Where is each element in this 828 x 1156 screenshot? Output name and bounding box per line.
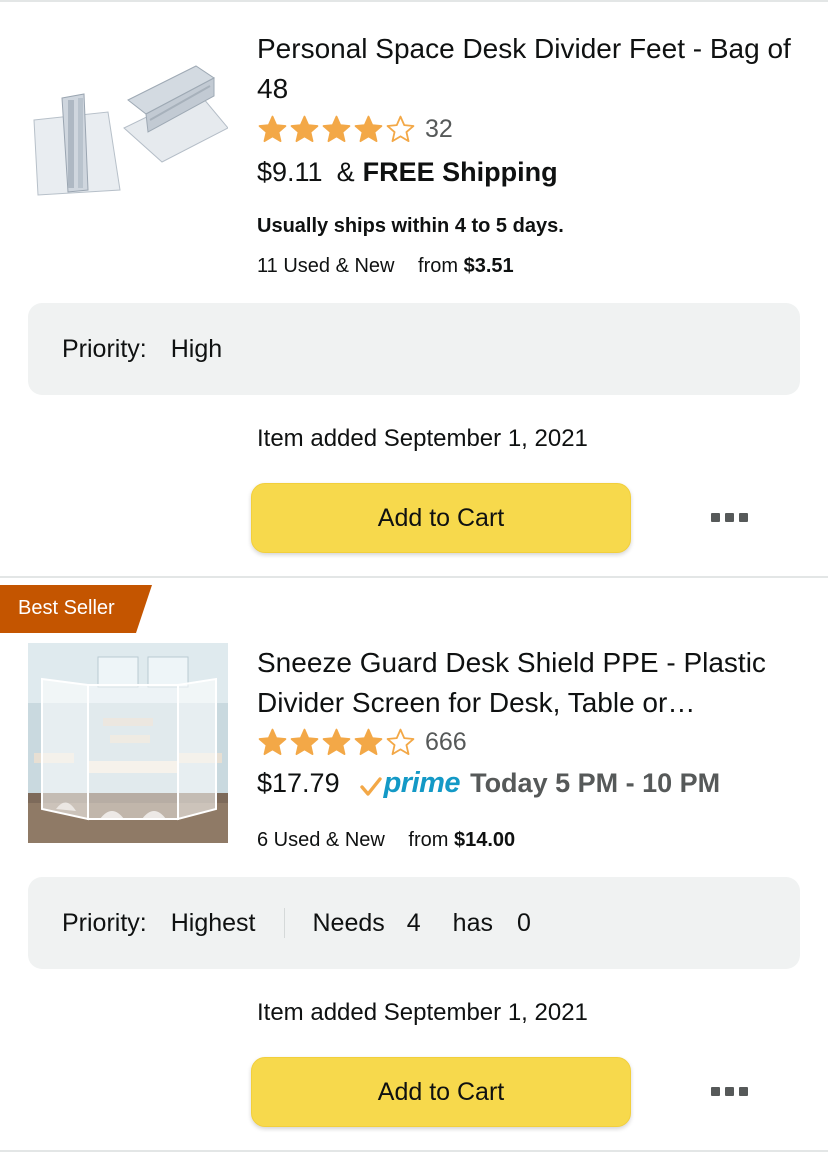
star-icon bbox=[354, 728, 383, 755]
priority-value[interactable]: High bbox=[171, 335, 222, 364]
prime-label: prime bbox=[383, 767, 461, 799]
needs-label: Needs bbox=[312, 908, 385, 937]
price: $9.11 bbox=[257, 157, 323, 187]
item-added-date: Item added September 1, 2021 bbox=[257, 425, 588, 452]
priority-label: Priority: bbox=[62, 908, 147, 937]
has-label: has bbox=[452, 908, 493, 937]
product-title[interactable]: Sneeze Guard Desk Shield PPE - Plastic D… bbox=[257, 643, 802, 723]
delivery-window: Today 5 PM - 10 PM bbox=[470, 768, 721, 798]
price: $17.79 bbox=[257, 768, 340, 798]
needs-value[interactable]: 4 bbox=[407, 909, 421, 938]
price-line: $9.11 & FREE Shipping bbox=[257, 157, 558, 188]
used-and-new-offers[interactable]: 11 Used & New from $3.51 bbox=[257, 255, 514, 278]
used-new-count[interactable]: 11 Used & New bbox=[257, 255, 394, 277]
rating-row[interactable]: 666 bbox=[257, 726, 467, 758]
product-image-sneeze-guard[interactable] bbox=[28, 643, 228, 843]
price-line: $17.79 prime Today 5 PM - 10 PM bbox=[257, 767, 720, 800]
item-divider bbox=[0, 576, 828, 578]
star-icon bbox=[386, 115, 415, 142]
star-icon bbox=[354, 115, 383, 142]
star-icon bbox=[290, 728, 319, 755]
priority-value[interactable]: Highest bbox=[171, 909, 256, 938]
star-rating bbox=[257, 114, 417, 145]
add-to-cart-button[interactable]: Add to Cart bbox=[251, 483, 631, 553]
shipping-note: Usually ships within 4 to 5 days. bbox=[257, 215, 564, 237]
prime-check-icon bbox=[359, 776, 382, 796]
priority-separator bbox=[283, 908, 285, 938]
from-label: from bbox=[418, 255, 459, 277]
ampersand: & bbox=[336, 157, 355, 187]
more-options-icon[interactable] bbox=[711, 1087, 748, 1096]
top-divider bbox=[0, 0, 828, 2]
product-title-line-2[interactable]: Divider Screen for Desk, Table or… bbox=[257, 683, 802, 723]
priority-label: Priority: bbox=[62, 334, 147, 363]
rating-row[interactable]: 32 bbox=[257, 113, 453, 145]
star-icon bbox=[258, 115, 287, 142]
bottom-divider bbox=[0, 1150, 828, 1152]
product-title[interactable]: Personal Space Desk Divider Feet - Bag o… bbox=[257, 29, 802, 109]
star-icon bbox=[322, 115, 351, 142]
star-icon bbox=[258, 728, 287, 755]
star-icon bbox=[290, 115, 319, 142]
priority-panel[interactable]: Priority: Highest Needs 4 has 0 bbox=[28, 877, 800, 969]
from-label: from bbox=[408, 829, 449, 851]
free-shipping-label: FREE Shipping bbox=[362, 157, 558, 187]
product-title-line-1[interactable]: Sneeze Guard Desk Shield PPE - Plastic bbox=[257, 643, 802, 683]
rating-count[interactable]: 666 bbox=[425, 728, 467, 757]
priority-panel[interactable]: Priority: High bbox=[28, 303, 800, 395]
more-options-icon[interactable] bbox=[711, 513, 748, 522]
has-value[interactable]: 0 bbox=[517, 909, 531, 938]
star-rating bbox=[257, 727, 417, 758]
best-seller-label: Best Seller bbox=[18, 597, 115, 619]
used-and-new-offers[interactable]: 6 Used & New from $14.00 bbox=[257, 829, 515, 852]
from-price: $3.51 bbox=[463, 255, 514, 277]
add-to-cart-button[interactable]: Add to Cart bbox=[251, 1057, 631, 1127]
prime-logo: prime bbox=[359, 767, 461, 800]
rating-count[interactable]: 32 bbox=[425, 115, 453, 144]
product-image-divider-feet[interactable] bbox=[28, 40, 229, 240]
star-icon bbox=[386, 728, 415, 755]
product-title-text[interactable]: Personal Space Desk Divider Feet - Bag o… bbox=[257, 33, 791, 104]
from-price: $14.00 bbox=[453, 829, 516, 851]
star-icon bbox=[322, 728, 351, 755]
best-seller-badge: Best Seller bbox=[0, 585, 152, 633]
used-new-count[interactable]: 6 Used & New bbox=[257, 829, 385, 851]
item-added-date: Item added September 1, 2021 bbox=[257, 999, 588, 1026]
